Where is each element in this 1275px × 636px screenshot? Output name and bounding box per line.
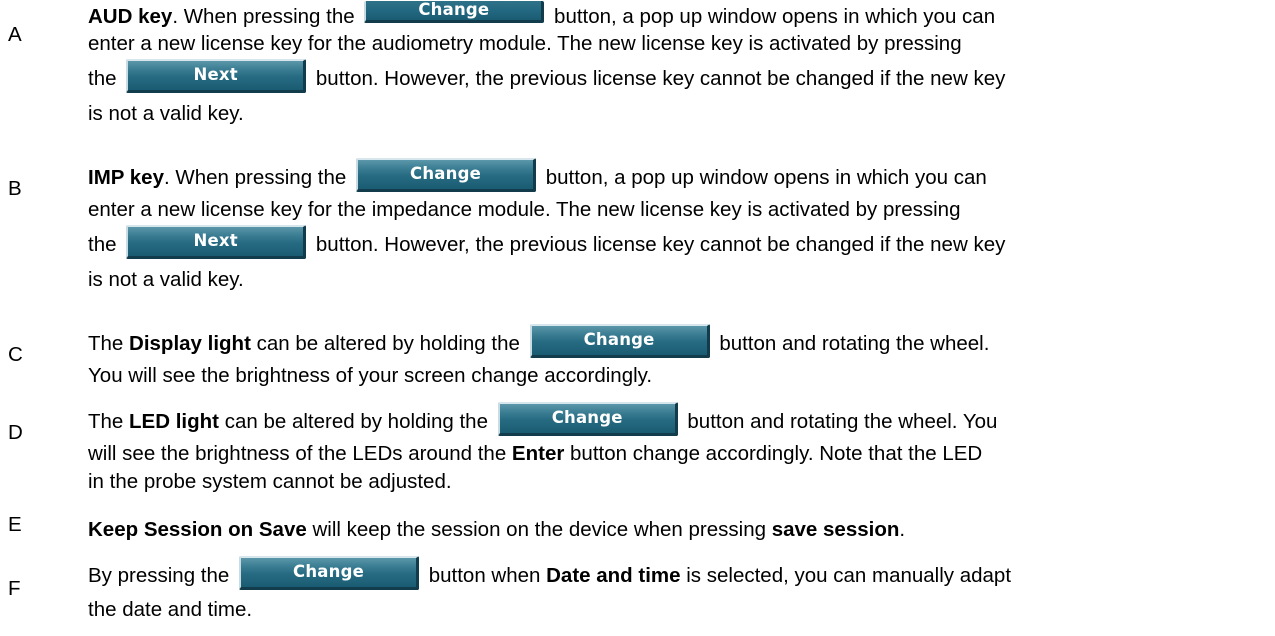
change-button[interactable]: Change xyxy=(356,157,537,192)
text-run: button. However, the previous license ke… xyxy=(315,67,1006,90)
change-button[interactable]: Change xyxy=(364,0,545,23)
item-text: The LED light can be altered by holding … xyxy=(88,401,1263,496)
item-letter: C xyxy=(8,343,23,366)
text-line: the Next button. However, the previous l… xyxy=(88,224,1263,266)
text-run: the xyxy=(88,233,117,256)
item-letter: F xyxy=(8,577,21,600)
text-line: IMP key. When pressing the Change button… xyxy=(88,157,1263,196)
term-imp-key: IMP key xyxy=(88,166,164,189)
item-text: AUD key. When pressing the Change button… xyxy=(88,0,1263,128)
term-aud-key: AUD key xyxy=(88,5,173,28)
text-run: The xyxy=(88,410,124,433)
text-line: in the probe system cannot be adjusted. xyxy=(88,470,452,493)
text-line: The Display light can be altered by hold… xyxy=(88,323,1263,362)
text-line: enter a new license key for the audiomet… xyxy=(88,32,962,55)
text-line: The LED light can be altered by holding … xyxy=(88,401,1263,440)
item-text: Keep Session on Save will keep the sessi… xyxy=(88,516,1263,544)
text-run: button, a pop up window opens in which y… xyxy=(554,5,996,28)
text-line: the Next button. However, the previous l… xyxy=(88,58,1263,100)
term-keep-session: Keep Session on Save xyxy=(88,518,307,541)
text-run: the xyxy=(88,67,117,90)
change-button[interactable]: Change xyxy=(529,323,710,358)
term-save-session: save session xyxy=(771,518,900,541)
text-run: button change accordingly. Note that the… xyxy=(570,442,983,465)
term-led-light: LED light xyxy=(129,410,219,433)
next-button[interactable]: Next xyxy=(126,58,307,93)
text-run: . When pressing the xyxy=(163,166,347,189)
item-letter: D xyxy=(8,421,23,444)
next-button[interactable]: Next xyxy=(126,224,307,259)
item-letter: E xyxy=(8,513,22,536)
text-run: . When pressing the xyxy=(172,5,355,28)
text-run: can be altered by holding the xyxy=(224,410,488,433)
text-line: You will see the brightness of your scre… xyxy=(88,364,653,387)
text-line: will see the brightness of the LEDs arou… xyxy=(88,440,1263,468)
change-button[interactable]: Change xyxy=(497,401,678,436)
text-line: By pressing the Change button when Date … xyxy=(88,555,1263,596)
text-line: is not a valid key. xyxy=(88,268,244,291)
term-enter: Enter xyxy=(511,442,565,465)
text-run: . xyxy=(899,518,906,541)
text-line: enter a new license key for the impedanc… xyxy=(88,198,961,221)
text-run: will see the brightness of the LEDs arou… xyxy=(88,442,507,465)
text-run: button and rotating the wheel. You xyxy=(687,410,998,433)
text-run: The xyxy=(88,332,124,355)
text-run: will keep the session on the device when… xyxy=(312,518,767,541)
text-run: button and rotating the wheel. xyxy=(719,332,990,355)
text-run: can be altered by holding the xyxy=(256,332,520,355)
item-text: By pressing the Change button when Date … xyxy=(88,555,1263,624)
text-line: Keep Session on Save will keep the sessi… xyxy=(88,516,1263,544)
text-run: button when xyxy=(428,564,541,587)
item-text: IMP key. When pressing the Change button… xyxy=(88,157,1263,294)
text-line: the date and time. xyxy=(88,598,253,621)
term-date-and-time: Date and time xyxy=(546,564,681,587)
text-run: button, a pop up window opens in which y… xyxy=(545,166,987,189)
item-letter: A xyxy=(8,23,22,46)
item-letter: B xyxy=(8,177,22,200)
text-line: is not a valid key. xyxy=(88,102,244,125)
text-run: is selected, you can manually adapt xyxy=(686,564,1012,587)
text-run: By pressing the xyxy=(88,564,230,587)
change-button[interactable]: Change xyxy=(239,555,420,590)
item-text: The Display light can be altered by hold… xyxy=(88,323,1263,390)
term-display-light: Display light xyxy=(129,332,251,355)
text-line: AUD key. When pressing the Change button… xyxy=(88,0,1263,30)
text-run: button. However, the previous license ke… xyxy=(315,233,1006,256)
